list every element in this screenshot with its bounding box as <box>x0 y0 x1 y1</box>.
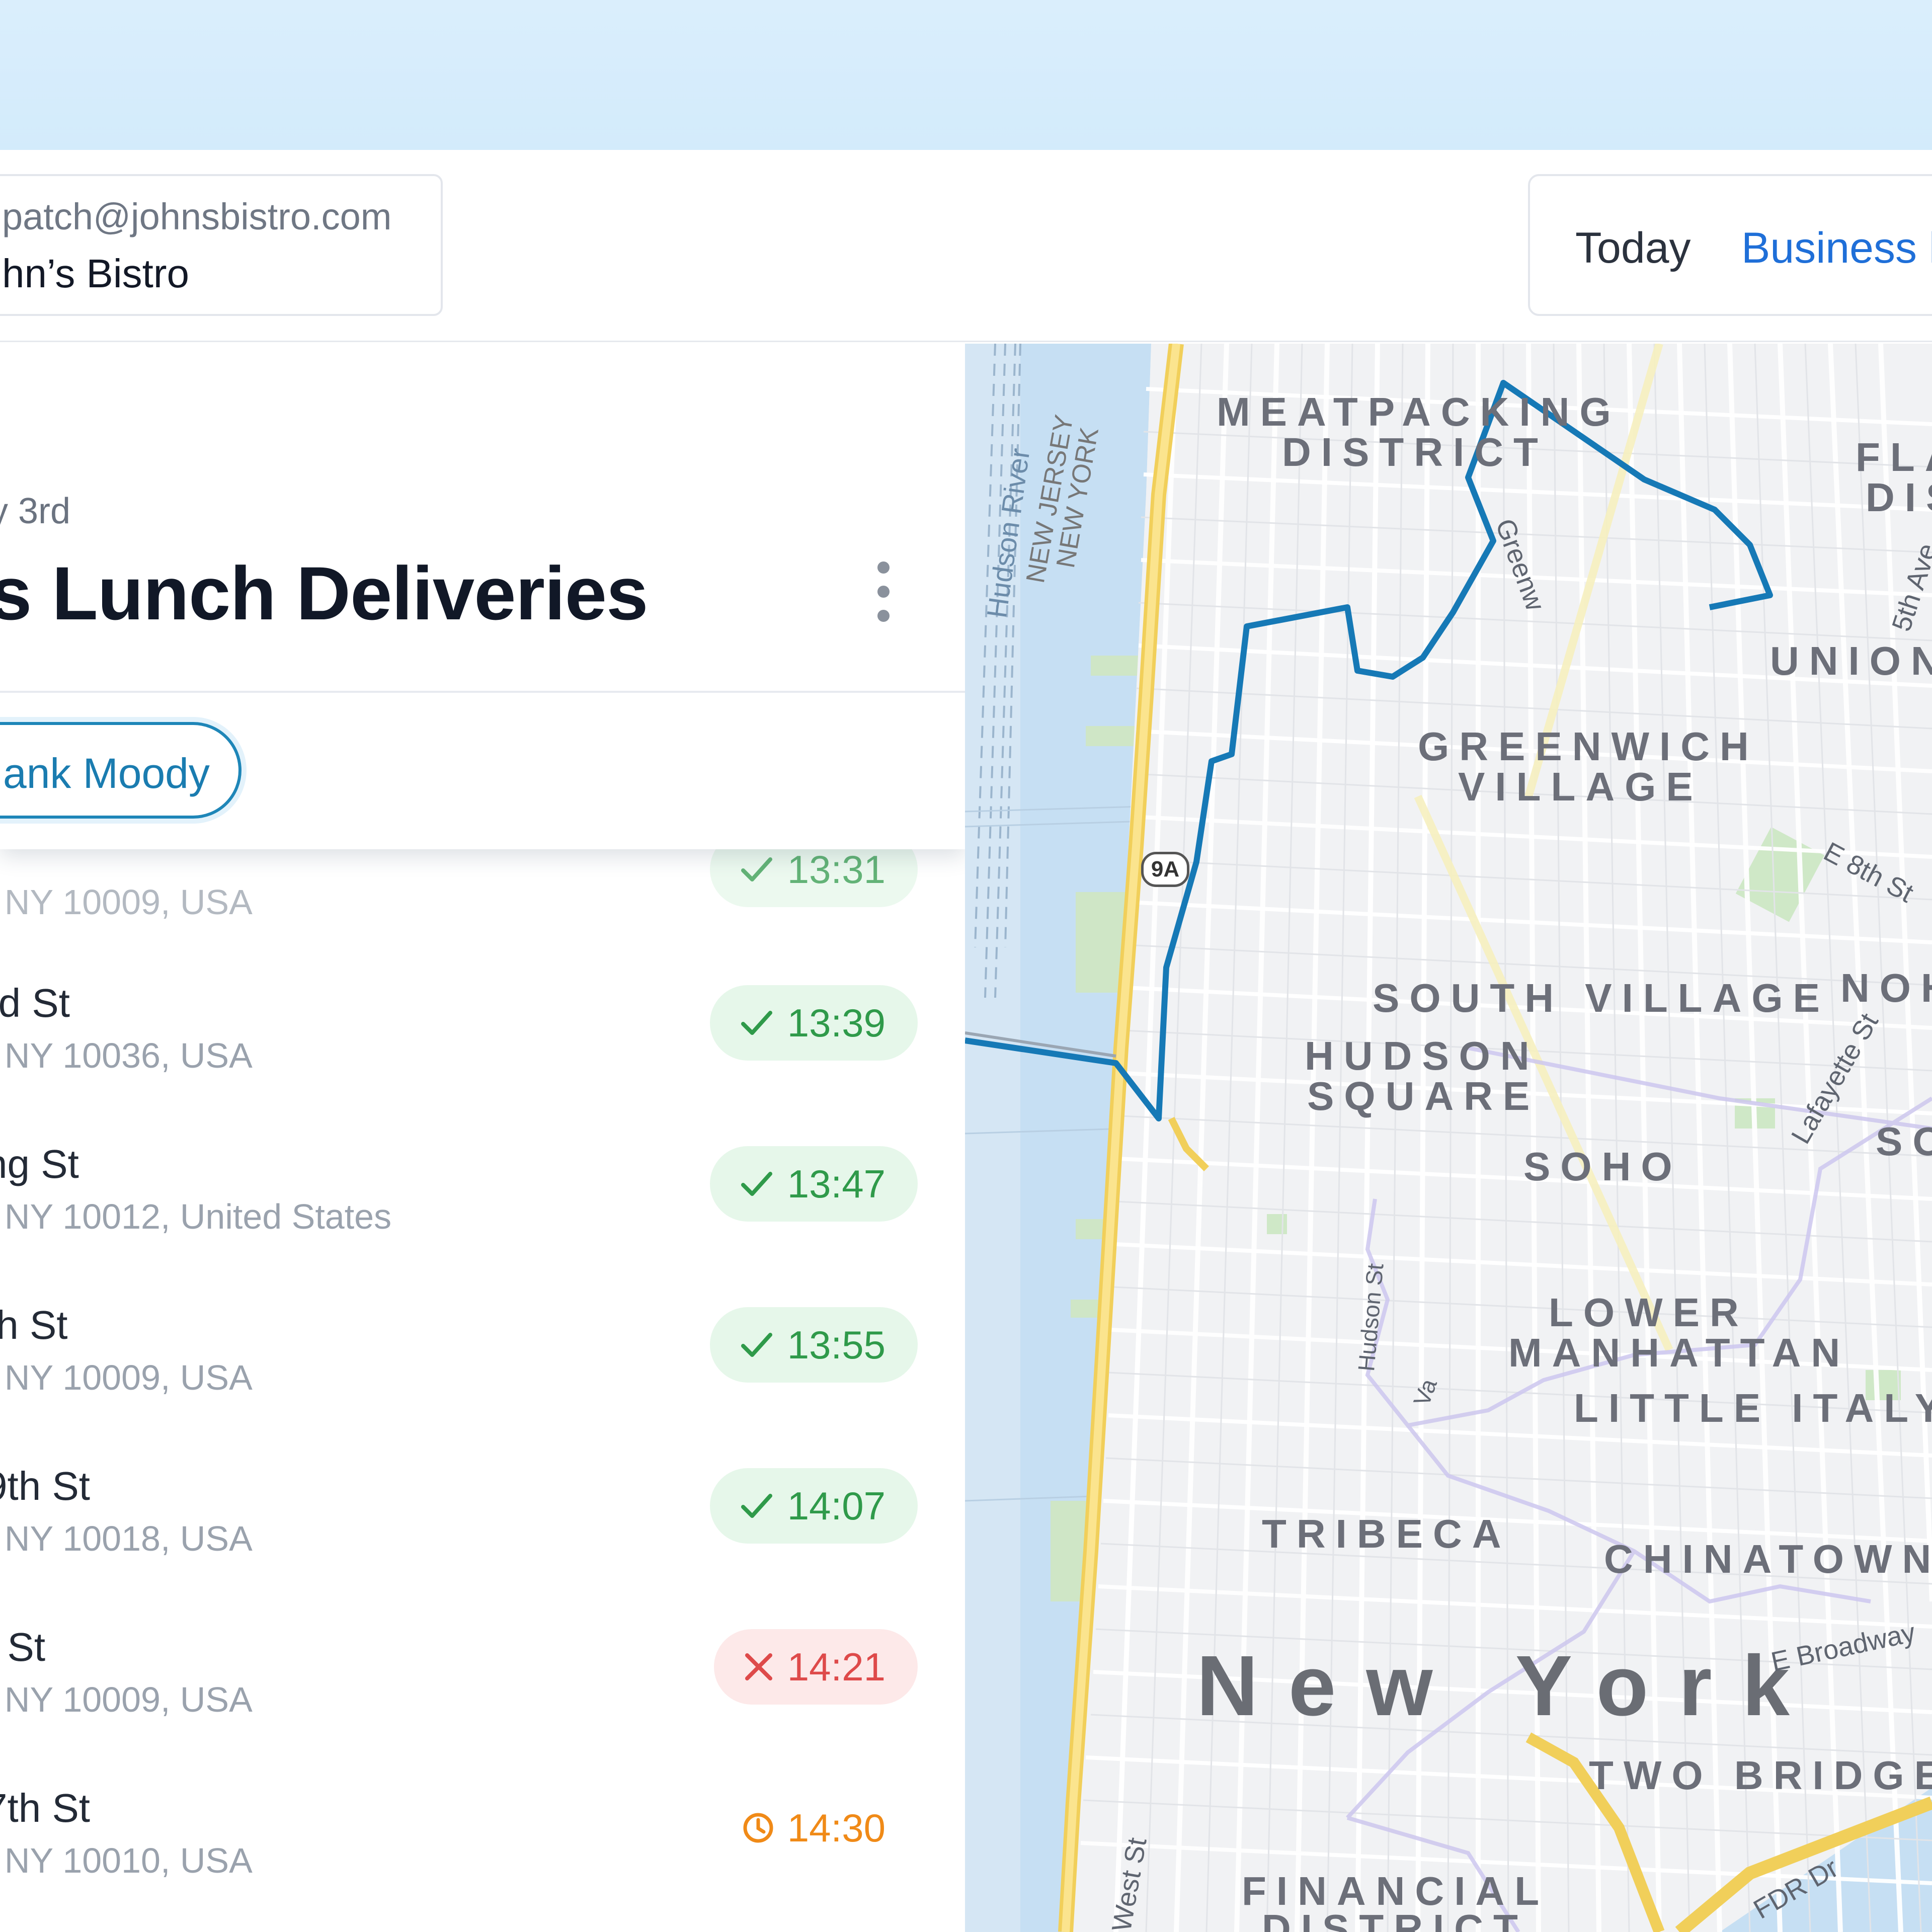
route-map[interactable]: Hudson River NEW JERSEY NEW YORK MEATPAC… <box>965 344 1932 1932</box>
route-date: y 3rd <box>0 491 71 531</box>
stop-time: 13:31 <box>787 847 886 892</box>
meatpacking-label: MEATPACKING <box>1217 389 1621 434</box>
stop-row[interactable]: rd St , NY 10036, USA 13:39 <box>0 980 965 1140</box>
stop-city: , NY 10009, USA <box>0 882 253 922</box>
driver-name: ank Moody <box>3 750 210 797</box>
stop-city: , NY 10036, USA <box>0 1036 253 1075</box>
union-label: UNION <box>1770 638 1932 683</box>
lower-manhattan-label-2: MANHATTAN <box>1508 1330 1850 1375</box>
driver-chip[interactable]: ank Moody <box>0 722 242 819</box>
route-title: s Lunch Deliveries <box>0 551 649 635</box>
business-tab[interactable]: Business l <box>1741 223 1932 273</box>
highway-9a-shield: 9A <box>1141 852 1189 887</box>
stop-street: rd St <box>0 981 70 1025</box>
status-badge: 13:39 <box>709 985 918 1061</box>
header-bar: patch@johnsbistro.com hn’s Bistro Today … <box>0 150 1932 342</box>
status-badge: 14:30 <box>713 1790 918 1866</box>
stop-row[interactable]: 7th St , NY 10010, USA 14:30 <box>0 1785 965 1932</box>
tribeca-label: TRIBECA <box>1262 1511 1511 1556</box>
flatiron-label-2: DIS <box>1866 475 1932 520</box>
stop-time: 14:07 <box>787 1483 886 1528</box>
route-header: y 3rd s Lunch Deliveries ank Moody <box>0 344 965 849</box>
stop-city: , NY 10009, USA <box>0 1680 253 1719</box>
hudson-square-label-2: SQUARE <box>1307 1074 1540 1118</box>
stop-time: 13:55 <box>787 1322 886 1367</box>
account-email: patch@johnsbistro.com <box>2 196 392 237</box>
check-icon <box>741 1333 772 1357</box>
stop-time: 14:21 <box>787 1644 886 1689</box>
greenwich-label-2: VILLAGE <box>1458 764 1703 809</box>
status-badge: 14:21 <box>713 1629 918 1705</box>
check-icon <box>741 1494 772 1518</box>
stop-city: , NY 10009, USA <box>0 1358 253 1397</box>
clock-icon <box>743 1813 773 1843</box>
stop-street: 7th St <box>0 1786 91 1830</box>
stop-row[interactable]: th St , NY 10009, USA 13:55 <box>0 1302 965 1462</box>
stop-row[interactable]: , NY 10009, USA 13:31 <box>0 827 965 987</box>
stop-time: 13:39 <box>787 1000 886 1045</box>
account-switcher[interactable]: patch@johnsbistro.com hn’s Bistro <box>0 174 443 316</box>
status-badge: 13:55 <box>709 1307 918 1383</box>
stop-row[interactable]: t St , NY 10009, USA 14:21 <box>0 1624 965 1784</box>
top-banner <box>0 0 1932 150</box>
check-icon <box>741 857 772 881</box>
stop-time: 13:47 <box>787 1161 886 1206</box>
south-village-label: SOUTH VILLAGE <box>1373 976 1830 1020</box>
stop-time: 14:30 <box>787 1805 886 1850</box>
chinatown-label: CHINATOWN <box>1604 1537 1932 1581</box>
account-name: hn’s Bistro <box>2 251 190 296</box>
stop-city: , NY 10012, United States <box>0 1197 392 1236</box>
x-icon <box>745 1653 772 1680</box>
greenwich-label: GREENWICH <box>1418 724 1759 769</box>
view-switch: Today Business l <box>1528 174 1932 316</box>
stop-street: th St <box>0 1303 68 1347</box>
meatpacking-label-2: DISTRICT <box>1282 430 1548 474</box>
stop-street: t St <box>0 1625 46 1669</box>
so-label: SO <box>1876 1119 1932 1164</box>
financial-label-2: DISTRICT <box>1262 1906 1528 1932</box>
flatiron-label: FLA <box>1856 435 1932 479</box>
status-badge: 13:47 <box>709 1146 918 1222</box>
hudson-square-label: HUDSON <box>1305 1033 1540 1078</box>
route-panel: , NY 10009, USA 13:31 rd St , NY 10036, USA… <box>0 344 965 1932</box>
noho-label: NOH <box>1840 965 1932 1010</box>
stop-city: , NY 10010, USA <box>0 1841 253 1880</box>
soho-label: SOHO <box>1523 1144 1682 1189</box>
lower-manhattan-label: LOWER <box>1549 1290 1749 1335</box>
stop-street: ng St <box>0 1142 79 1186</box>
stop-row[interactable]: 9th St , NY 10018, USA 14:07 <box>0 1463 965 1623</box>
stop-row[interactable]: ng St , NY 10012, United States 13:47 <box>0 1141 965 1301</box>
divider <box>0 691 965 693</box>
status-badge: 14:07 <box>709 1468 918 1544</box>
check-icon <box>741 1172 772 1196</box>
stop-street: 9th St <box>0 1464 91 1508</box>
more-options-icon[interactable] <box>869 561 898 622</box>
check-icon <box>741 1011 772 1035</box>
new-york-city-label: New York <box>1196 1638 1820 1734</box>
two-bridges-label: TWO BRIDGES <box>1589 1753 1932 1798</box>
today-tab[interactable]: Today <box>1575 223 1691 273</box>
little-italy-label: LITTLE ITALY <box>1574 1386 1932 1430</box>
stop-city: , NY 10018, USA <box>0 1519 253 1558</box>
